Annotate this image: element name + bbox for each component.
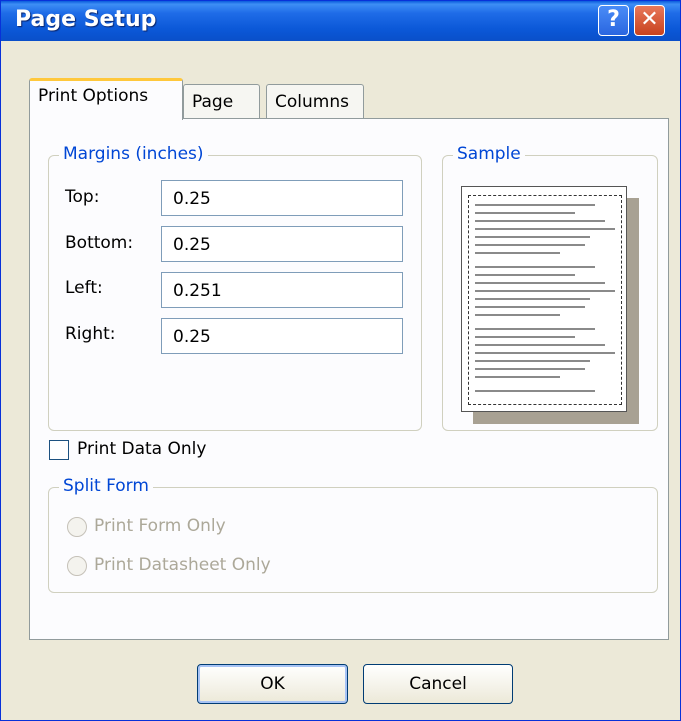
left-margin-label: Left: — [65, 278, 103, 298]
print-data-only-checkbox[interactable] — [49, 440, 69, 460]
print-form-only-label: Print Form Only — [94, 516, 226, 536]
tab-print-options[interactable]: Print Options — [29, 78, 183, 120]
sample-margin-outline — [468, 195, 622, 405]
cancel-button[interactable]: Cancel — [363, 664, 513, 704]
tab-page[interactable]: Page — [183, 84, 260, 120]
print-datasheet-only-label: Print Datasheet Only — [94, 555, 271, 575]
sample-page-preview — [461, 186, 627, 412]
bottom-margin-input[interactable]: 0.25 — [161, 226, 403, 262]
title-bar[interactable]: Page Setup ? ✕ — [1, 1, 680, 41]
split-form-legend: Split Form — [59, 476, 153, 496]
left-margin-input[interactable]: 0.251 — [161, 272, 403, 308]
bottom-margin-label: Bottom: — [65, 233, 134, 253]
split-form-group: Split Form Print Form Only Print Datashe… — [48, 476, 658, 593]
close-button[interactable]: ✕ — [634, 5, 665, 36]
tab-columns[interactable]: Columns — [266, 84, 364, 120]
top-margin-label: Top: — [65, 187, 100, 207]
right-margin-label: Right: — [65, 324, 116, 344]
print-data-only-label[interactable]: Print Data Only — [77, 439, 206, 459]
ok-button[interactable]: OK — [197, 664, 348, 704]
right-margin-input[interactable]: 0.25 — [161, 318, 403, 354]
margins-group: Margins (inches) Top: 0.25 Bottom: 0.25 … — [48, 144, 422, 431]
print-options-panel: Margins (inches) Top: 0.25 Bottom: 0.25 … — [29, 118, 669, 640]
sample-legend: Sample — [453, 144, 525, 164]
help-button[interactable]: ? — [598, 5, 629, 36]
print-form-only-radio[interactable] — [67, 517, 87, 537]
tab-page-label: Page — [192, 92, 234, 112]
margins-legend: Margins (inches) — [59, 144, 208, 164]
tab-print-options-label: Print Options — [38, 86, 149, 106]
tab-columns-label: Columns — [275, 92, 349, 112]
print-datasheet-only-radio[interactable] — [67, 556, 87, 576]
top-margin-input[interactable]: 0.25 — [161, 180, 403, 216]
dialog-title: Page Setup — [15, 7, 157, 32]
page-setup-dialog: Page Setup ? ✕ Print Options Page Column… — [0, 0, 681, 721]
sample-group: Sample — [442, 144, 658, 431]
